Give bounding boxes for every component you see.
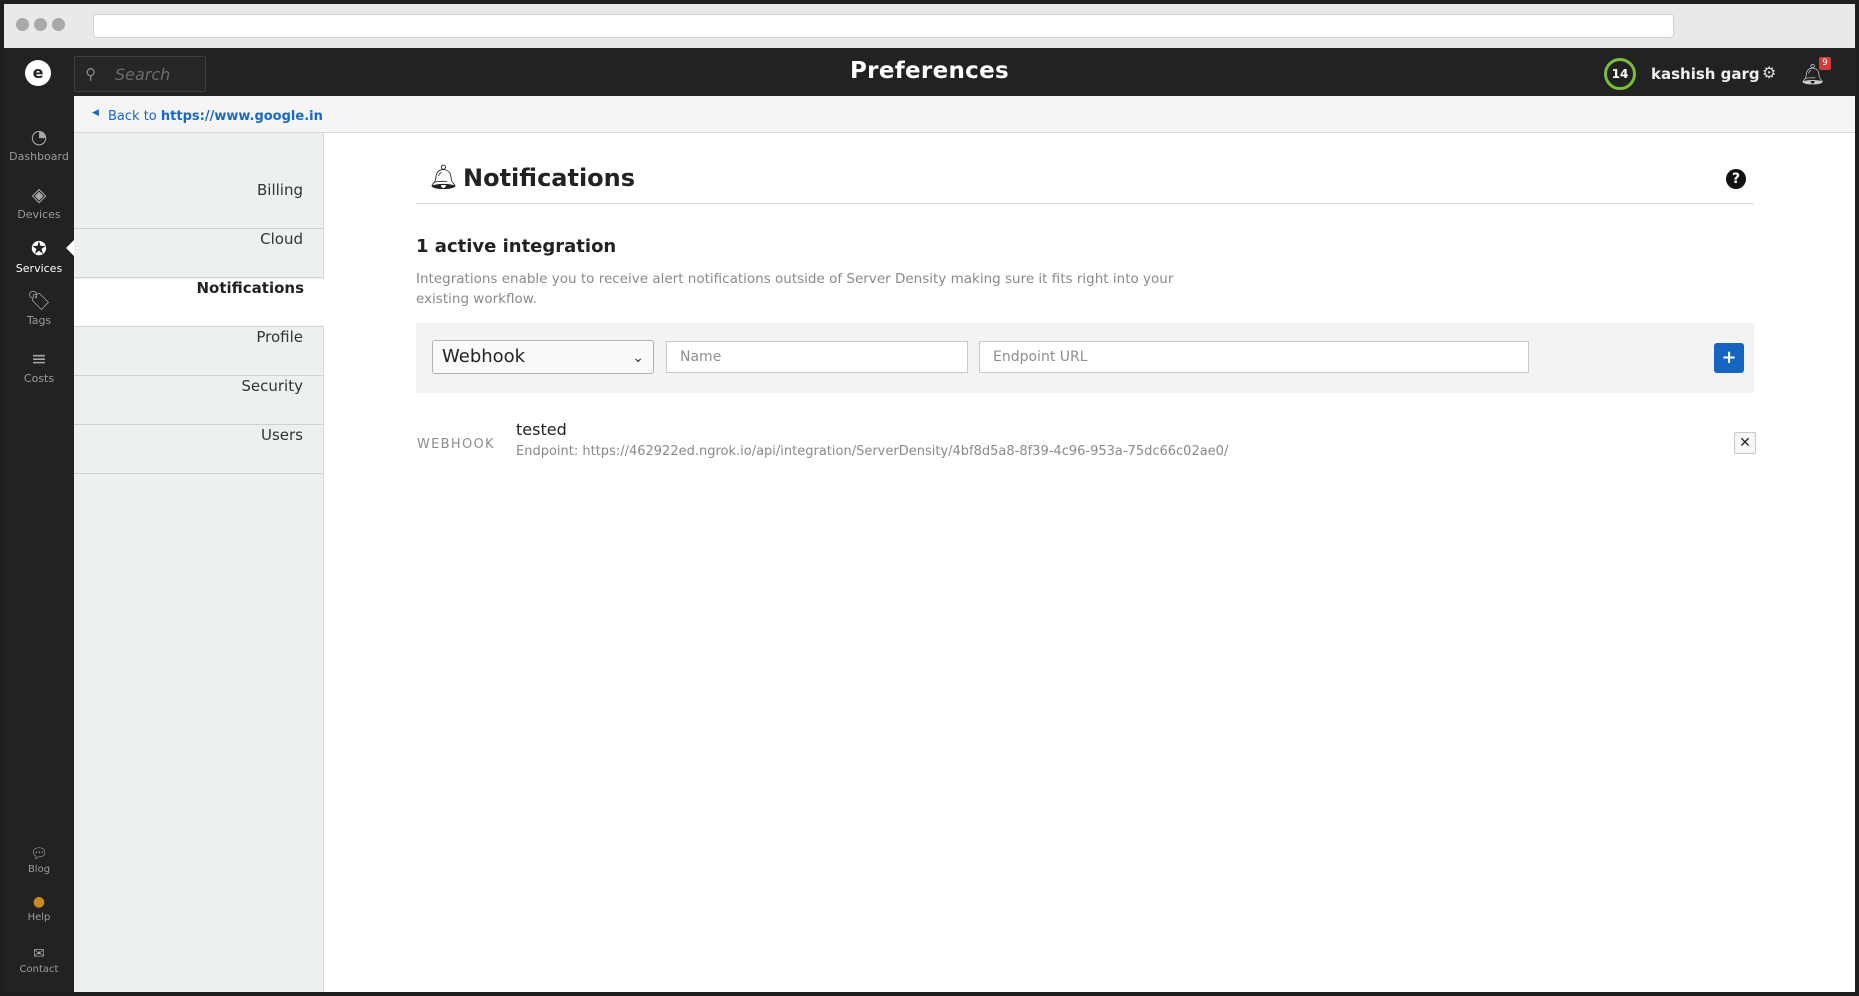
prefnav-item-billing[interactable]: Billing — [74, 181, 323, 229]
rail-item-services[interactable]: ✪ Services — [4, 238, 74, 275]
prefnav-item-security[interactable]: Security — [74, 377, 323, 425]
prefnav-item-users[interactable]: Users — [74, 426, 323, 474]
window-maximize-dot[interactable] — [52, 18, 65, 31]
rail-item-help[interactable]: ● Help — [4, 894, 74, 923]
prefnav-item-profile[interactable]: Profile — [74, 328, 323, 376]
name-input[interactable] — [666, 341, 968, 373]
tag-icon: 🏷︎ — [26, 290, 52, 312]
rail-item-blog[interactable]: 💬︎ Blog — [4, 846, 74, 875]
browser-chrome — [4, 4, 1855, 49]
notifications-button[interactable]: 🔔︎ 9 — [1800, 57, 1831, 86]
page-title: Preferences — [850, 58, 1009, 84]
rail-item-devices[interactable]: ◈ Devices — [4, 184, 74, 221]
back-arrow-icon: ◀ — [92, 108, 99, 118]
prefnav-item-notifications[interactable]: Notifications — [74, 279, 324, 327]
services-icon: ✪ — [31, 238, 47, 260]
integration-type-label: WEBHOOK — [417, 437, 495, 452]
rail-label: Dashboard — [9, 150, 69, 163]
notification-badge: 9 — [1819, 57, 1831, 70]
bell-icon: 🔔︎ — [428, 163, 459, 191]
rail-label: Blog — [27, 864, 51, 875]
icon-rail: ◔ Dashboard ◈ Devices ✪ Services 🏷︎ Tags… — [4, 96, 74, 992]
chevron-down-icon: ⌄ — [632, 350, 644, 366]
devices-icon: ◈ — [31, 184, 47, 206]
rail-label: Services — [15, 262, 63, 275]
integration-endpoint: Endpoint: https://462922ed.ngrok.io/api/… — [516, 444, 1229, 459]
active-integration-count: 1 active integration — [416, 236, 617, 257]
integration-row: WEBHOOK tested Endpoint: https://462922e… — [416, 420, 1756, 480]
rail-label: Tags — [26, 314, 52, 327]
top-bar: e ⚲ Preferences 14 kashish garg ⚙ 🔔︎ 9 — [4, 48, 1855, 96]
help-icon: ● — [32, 894, 46, 910]
main-content: 🔔︎ Notifications ? 1 active integration … — [324, 133, 1855, 992]
section-title: Notifications — [463, 164, 636, 192]
integrations-description: Integrations enable you to receive alert… — [416, 271, 1174, 307]
back-link[interactable]: Back to https://www.google.in — [108, 109, 323, 124]
preferences-nav: Billing Cloud Notifications Profile Secu… — [74, 133, 324, 992]
rail-item-contact[interactable]: ✉ Contact — [4, 946, 74, 975]
costs-icon: ≡ — [31, 348, 47, 370]
section-header: 🔔︎ Notifications ? — [416, 157, 1754, 204]
window-close-dot[interactable] — [16, 18, 29, 31]
active-indicator — [66, 240, 74, 256]
prefnav-item-cloud[interactable]: Cloud — [74, 230, 323, 278]
gear-icon[interactable]: ⚙ — [1762, 63, 1776, 82]
window-minimize-dot[interactable] — [34, 18, 47, 31]
rail-item-tags[interactable]: 🏷︎ Tags — [4, 289, 74, 327]
status-count-ring[interactable]: 14 — [1604, 58, 1636, 90]
browser-window: e ⚲ Preferences 14 kashish garg ⚙ 🔔︎ 9 ◔… — [4, 4, 1855, 992]
rail-label: Devices — [17, 208, 61, 221]
add-integration-form: Webhook ⌄ + — [416, 323, 1754, 393]
rail-label: Costs — [23, 372, 55, 385]
rail-label: Help — [27, 912, 51, 923]
integration-name: tested — [516, 420, 567, 439]
integration-type-select[interactable]: Webhook ⌄ — [432, 340, 654, 374]
dashboard-icon: ◔ — [30, 126, 48, 148]
address-bar[interactable] — [93, 14, 1674, 38]
rail-item-costs[interactable]: ≡ Costs — [4, 348, 74, 385]
add-integration-button[interactable]: + — [1714, 343, 1744, 373]
endpoint-url-input[interactable] — [979, 341, 1529, 373]
mail-icon: ✉ — [33, 946, 45, 962]
rail-label: Contact — [19, 964, 59, 975]
remove-integration-button[interactable]: ✕ — [1734, 432, 1756, 454]
chat-icon: 💬︎ — [30, 846, 48, 862]
rail-item-dashboard[interactable]: ◔ Dashboard — [4, 126, 74, 163]
back-bar: ◀ Back to https://www.google.in — [74, 96, 1855, 133]
question-icon[interactable]: ? — [1726, 169, 1746, 189]
user-name[interactable]: kashish garg — [1651, 65, 1760, 83]
